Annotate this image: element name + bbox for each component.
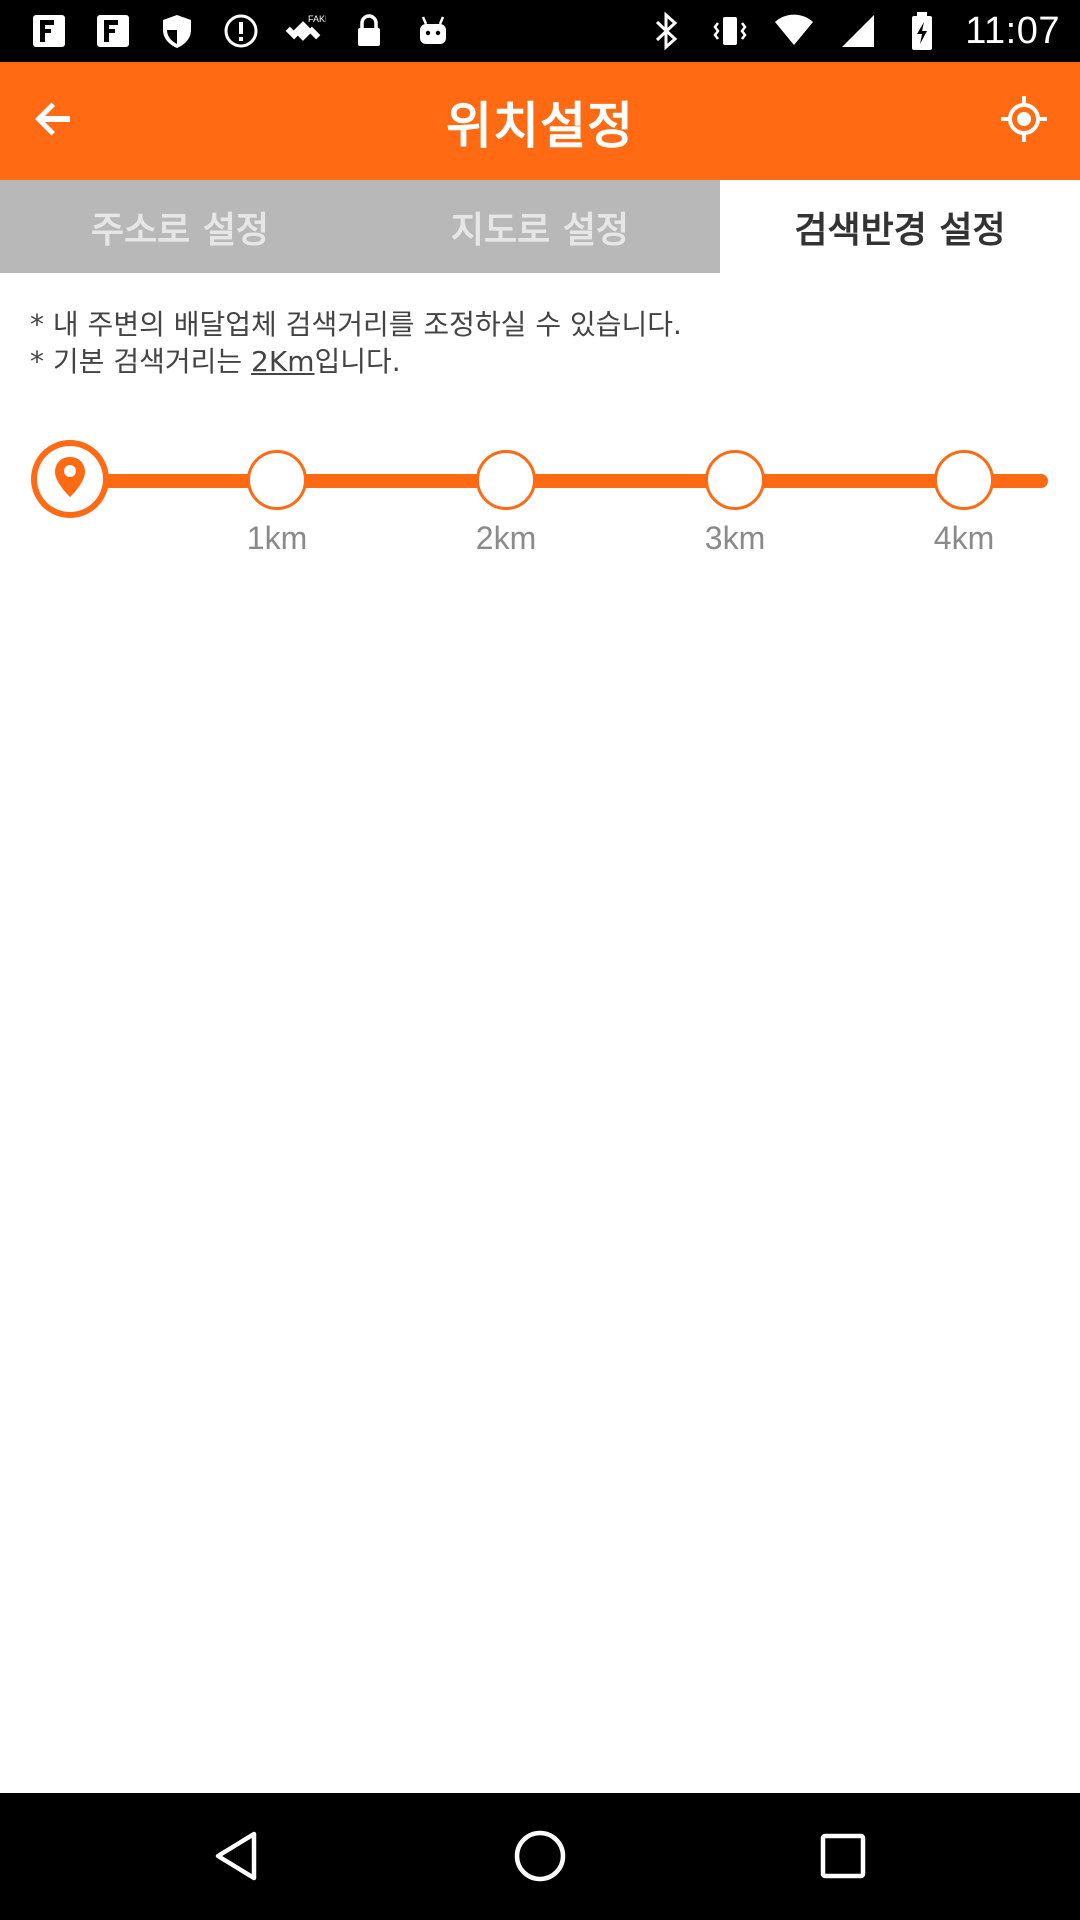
note-line-1: * 내 주변의 배달업체 검색거리를 조정하실 수 있습니다. — [30, 308, 682, 341]
signal-icon — [837, 10, 879, 52]
status-left-icons: FAKE — [28, 10, 454, 52]
tab-bar: 주소로 설정 지도로 설정 검색반경 설정 — [0, 180, 1080, 273]
app-icon — [28, 10, 70, 52]
note-line-2-suffix: 입니다. — [314, 345, 401, 378]
my-location-icon — [999, 94, 1049, 148]
bluetooth-icon — [645, 10, 687, 52]
tab-address[interactable]: 주소로 설정 — [0, 180, 360, 273]
nav-home-button[interactable] — [505, 1823, 575, 1893]
alert-icon — [220, 10, 262, 52]
note-line-2: * 기본 검색거리는 2Km입니다. — [30, 343, 682, 380]
status-right-icons: 11:07 — [645, 0, 1060, 62]
status-bar: FAKE 11:07 — [0, 0, 1080, 62]
slider-thumb-inner — [37, 446, 103, 512]
slider-stop-1km[interactable] — [247, 450, 307, 510]
vibrate-icon — [709, 10, 751, 52]
battery-icon — [901, 10, 943, 52]
tab-search-radius[interactable]: 검색반경 설정 — [720, 180, 1080, 273]
default-distance: 2Km — [251, 345, 315, 378]
slider-label-1km: 1km — [246, 520, 308, 556]
nav-recents-button[interactable] — [808, 1823, 878, 1893]
home-circle-icon — [512, 1828, 568, 1888]
slider-track[interactable] — [70, 474, 1048, 488]
slider-stop-3km[interactable] — [705, 450, 765, 510]
page-title: 위치설정 — [446, 97, 634, 155]
lock-icon — [348, 10, 390, 52]
slider-stop-2km[interactable] — [476, 450, 536, 510]
system-nav-bar — [0, 1793, 1080, 1920]
note-line-2-prefix: * 기본 검색거리는 — [30, 345, 252, 378]
android-icon — [412, 10, 454, 52]
app-bar: 위치설정 — [0, 62, 1080, 180]
fake-gps-icon: FAKE — [284, 10, 326, 52]
wifi-icon — [773, 10, 815, 52]
slider-stop-4km[interactable] — [934, 450, 994, 510]
back-triangle-icon — [212, 1828, 262, 1888]
location-pin-icon — [52, 455, 88, 503]
slider-label-4km: 4km — [933, 520, 995, 556]
info-notes: * 내 주변의 배달업체 검색거리를 조정하실 수 있습니다. * 기본 검색거… — [30, 306, 682, 380]
slider-thumb[interactable] — [31, 440, 109, 518]
slider-label-3km: 3km — [704, 520, 766, 556]
slider-label-2km: 2km — [475, 520, 537, 556]
app-icon — [92, 10, 134, 52]
distance-slider[interactable]: 1km 2km 3km 4km — [0, 430, 1080, 570]
my-location-button[interactable] — [992, 89, 1056, 153]
svg-text:FAKE: FAKE — [308, 14, 326, 24]
recents-square-icon — [818, 1831, 868, 1885]
nav-back-button[interactable] — [202, 1823, 272, 1893]
tab-map[interactable]: 지도로 설정 — [360, 180, 720, 273]
status-clock: 11:07 — [965, 9, 1060, 52]
shield-icon — [156, 10, 198, 52]
